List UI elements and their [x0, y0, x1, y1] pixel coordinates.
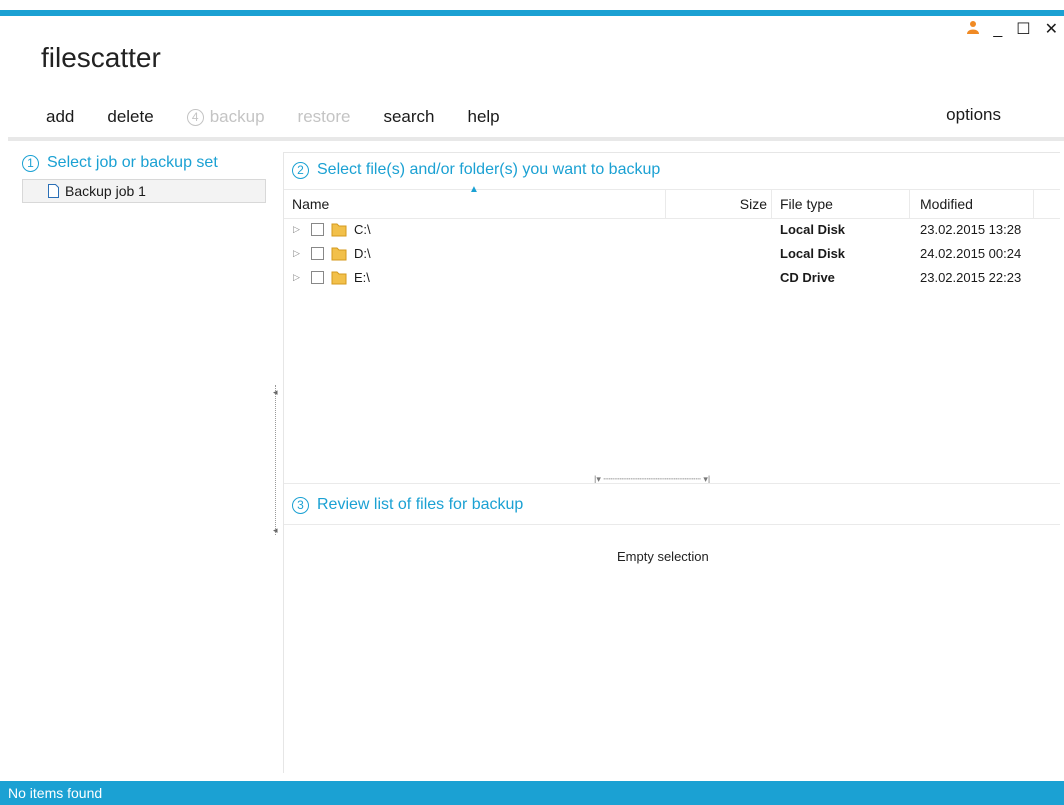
table-row[interactable]: ▷ D:\ Local Disk 24.02.2015 00:24 — [284, 243, 1060, 267]
review-panel: 3 Review list of files for backup Empty … — [284, 483, 1060, 565]
vertical-splitter[interactable]: ◂ ◂ — [273, 385, 281, 536]
column-name[interactable]: Name — [292, 190, 666, 218]
review-panel-heading: 3 Review list of files for backup — [292, 494, 1060, 516]
job-list-item-label: Backup job 1 — [65, 183, 146, 199]
collapse-left-icon[interactable]: ◂ — [273, 387, 278, 398]
empty-selection-text: Empty selection — [617, 549, 709, 564]
table-row[interactable]: ▷ C:\ Local Disk 23.02.2015 13:28 — [284, 219, 1060, 243]
row-name: D:\ — [354, 246, 371, 261]
status-text: No items found — [8, 785, 103, 801]
add-button[interactable]: add — [46, 107, 74, 127]
options-button[interactable]: options — [946, 105, 1001, 125]
row-file-type: CD Drive — [780, 270, 835, 285]
step-1-badge: 1 — [22, 154, 39, 172]
maximize-button[interactable]: ☐ — [1016, 20, 1030, 40]
title-accent-bar — [0, 10, 1064, 16]
job-panel-title: Select job or backup set — [47, 154, 218, 171]
document-icon — [48, 184, 59, 198]
review-list: Empty selection — [284, 524, 1060, 565]
backup-button[interactable]: 4 backup — [186, 107, 265, 127]
review-panel-title: Review list of files for backup — [317, 496, 524, 513]
job-list-item[interactable]: Backup job 1 — [22, 179, 266, 203]
row-modified: 23.02.2015 13:28 — [920, 222, 1022, 237]
restore-button[interactable]: restore — [298, 107, 351, 127]
backup-label: backup — [209, 107, 265, 126]
step-2-badge: 2 — [292, 161, 309, 179]
step-3-badge: 3 — [292, 496, 309, 514]
column-size[interactable]: Size — [667, 190, 772, 218]
close-button[interactable]: ✕ — [1045, 20, 1058, 40]
row-checkbox[interactable] — [311, 247, 324, 260]
app-title: filescatter — [41, 42, 161, 73]
row-name: C:\ — [354, 222, 371, 237]
user-icon[interactable] — [967, 20, 980, 40]
main-toolbar: add delete 4 backup restore search help … — [46, 105, 1034, 129]
expand-arrow-icon[interactable]: ▷ — [293, 248, 300, 259]
file-panel-title: Select file(s) and/or folder(s) you want… — [317, 161, 661, 178]
row-modified: 23.02.2015 22:23 — [920, 270, 1022, 285]
minimize-button[interactable]: _ — [993, 20, 1002, 40]
collapse-left-icon[interactable]: ◂ — [273, 525, 278, 536]
job-panel-heading: 1 Select job or backup set — [22, 152, 272, 174]
row-file-type: Local Disk — [780, 246, 846, 261]
expand-arrow-icon[interactable]: ▷ — [293, 272, 300, 283]
file-tree: ▷ C:\ Local Disk 23.02.2015 13:28 ▷ D:\ … — [284, 219, 1060, 469]
row-file-type: Local Disk — [780, 222, 846, 237]
table-row[interactable]: ▷ E:\ CD Drive 23.02.2015 22:23 — [284, 267, 1060, 291]
file-panel-heading: 2 Select file(s) and/or folder(s) you wa… — [292, 159, 1060, 181]
status-bar: No items found — [0, 781, 1064, 805]
file-panel: 2 Select file(s) and/or folder(s) you wa… — [283, 152, 1060, 773]
folder-icon — [331, 271, 347, 285]
column-file-type[interactable]: File type — [780, 190, 910, 218]
folder-icon — [331, 223, 347, 237]
expand-arrow-icon[interactable]: ▷ — [293, 224, 300, 235]
file-grid-header: ▲ Name Size File type Modified — [284, 184, 1060, 219]
column-modified[interactable]: Modified — [920, 190, 1034, 218]
help-button[interactable]: help — [467, 107, 499, 127]
row-name: E:\ — [354, 270, 370, 285]
search-button[interactable]: search — [383, 107, 434, 127]
row-modified: 24.02.2015 00:24 — [920, 246, 1022, 261]
row-checkbox[interactable] — [311, 223, 324, 236]
delete-button[interactable]: delete — [107, 107, 153, 127]
toolbar-divider — [8, 137, 1064, 141]
folder-icon — [331, 247, 347, 261]
step-4-badge: 4 — [186, 108, 204, 126]
row-checkbox[interactable] — [311, 271, 324, 284]
window-controls: _ ☐ ✕ — [967, 20, 1058, 40]
job-panel: 1 Select job or backup set Backup job 1 — [22, 152, 272, 773]
